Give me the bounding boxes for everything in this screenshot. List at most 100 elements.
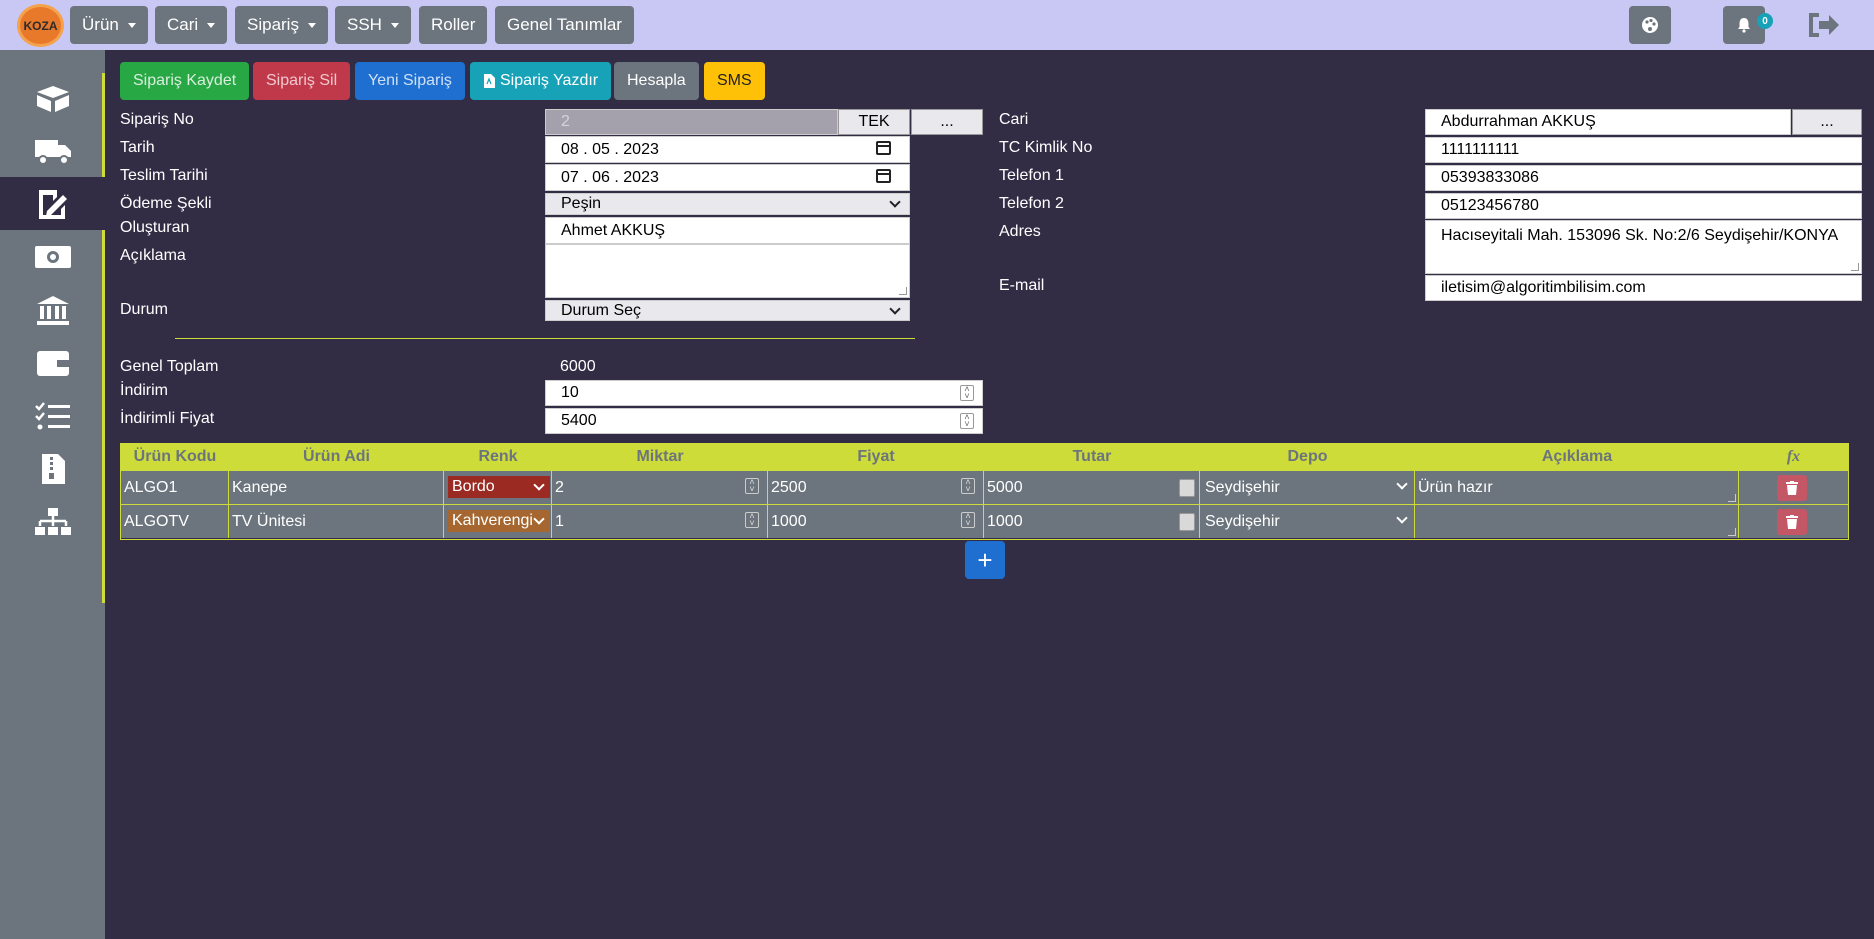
menu-genel-tanimlar[interactable]: Genel Tanımlar bbox=[495, 6, 634, 44]
cell-miktar[interactable]: 1 ˄ ˅ bbox=[552, 505, 768, 538]
indirim-input[interactable]: 10 ˄ ˅ bbox=[545, 380, 983, 406]
olusturan-input[interactable]: Ahmet AKKUŞ bbox=[545, 217, 910, 244]
cell-renk: Bordo bbox=[444, 471, 552, 504]
sitemap-icon bbox=[34, 507, 71, 535]
sidebar-item-siparis[interactable] bbox=[0, 177, 105, 230]
table-row: ALGO1 Kanepe Bordo 2 ˄ ˅ 2500 ˄ ˅ 5000 Sey… bbox=[121, 470, 1848, 504]
trash-icon bbox=[1786, 515, 1798, 529]
sidebar-item-organizasyon[interactable] bbox=[0, 495, 105, 548]
sidebar-item-gorevler[interactable] bbox=[0, 389, 105, 442]
tarih-input[interactable]: 08 . 05 . 2023 bbox=[545, 136, 910, 163]
renk-select[interactable]: Kahverengi bbox=[448, 510, 550, 532]
telefon2-input[interactable]: 05123456780 bbox=[1425, 193, 1862, 219]
notification-button[interactable]: 0 bbox=[1723, 6, 1773, 44]
calendar-icon[interactable] bbox=[876, 169, 891, 183]
cell-aciklama[interactable]: Ürün hazır bbox=[1415, 471, 1739, 504]
indirim-value: 10 bbox=[561, 384, 579, 401]
sidebar-item-urunler[interactable] bbox=[0, 71, 105, 124]
indirimli-fiyat-input[interactable]: 5400 ˄ ˅ bbox=[545, 408, 983, 434]
stepper-icon[interactable]: ˄ ˅ bbox=[960, 385, 974, 401]
col-urun-adi: Ürün Adi bbox=[303, 448, 370, 465]
delete-row-button[interactable] bbox=[1777, 475, 1807, 501]
sidebar-item-arsiv[interactable] bbox=[0, 442, 105, 495]
siparis-no-select-button[interactable]: ... bbox=[911, 109, 983, 135]
top-navbar: KOZA Ürün Cari Sipariş SSH Roller Genel … bbox=[0, 0, 1874, 50]
cell-aciklama[interactable] bbox=[1415, 505, 1739, 538]
renk-value: Kahverengi bbox=[452, 512, 533, 529]
sms-button[interactable]: SMS bbox=[704, 62, 765, 100]
stepper-icon[interactable]: ˄ ˅ bbox=[745, 478, 759, 494]
cell-miktar[interactable]: 2 ˄ ˅ bbox=[552, 471, 768, 504]
adres-label: Adres bbox=[999, 223, 1041, 240]
koza-logo[interactable]: KOZA bbox=[17, 4, 64, 47]
siparis-sil-button[interactable]: Sipariş Sil bbox=[253, 62, 351, 100]
resize-handle[interactable] bbox=[1728, 528, 1736, 536]
tc-kimlik-input[interactable]: 1111111111 bbox=[1425, 137, 1862, 163]
fiyat-value: 1000 bbox=[771, 512, 807, 530]
cell-fiyat[interactable]: 2500 ˄ ˅ bbox=[768, 471, 984, 504]
caret-down-icon bbox=[307, 22, 316, 28]
siparis-kaydet-button[interactable]: Sipariş Kaydet bbox=[120, 62, 250, 100]
stepper-icon[interactable]: ˄ ˅ bbox=[745, 512, 759, 528]
menu-siparis[interactable]: Sipariş bbox=[235, 6, 328, 44]
stepper-icon[interactable]: ˄ ˅ bbox=[961, 478, 975, 494]
tutar-value: 5000 bbox=[987, 478, 1023, 496]
telefon1-label: Telefon 1 bbox=[999, 167, 1064, 184]
menu-cari[interactable]: Cari bbox=[155, 6, 228, 44]
cell-urun-kodu: ALGOTV bbox=[121, 505, 229, 538]
resize-handle[interactable] bbox=[899, 287, 907, 295]
aciklama-textarea[interactable] bbox=[545, 244, 910, 298]
resize-handle[interactable] bbox=[1728, 494, 1736, 502]
calendar-icon[interactable] bbox=[876, 141, 891, 155]
sidebar-item-sevkiyat[interactable] bbox=[0, 124, 105, 177]
col-fiyat: Fiyat bbox=[857, 448, 895, 465]
stepper-icon[interactable]: ˄ ˅ bbox=[961, 512, 975, 528]
bank-icon bbox=[36, 295, 69, 325]
genel-toplam-label: Genel Toplam bbox=[120, 358, 219, 375]
caret-down-icon bbox=[207, 22, 216, 28]
caret-down-icon bbox=[127, 22, 136, 28]
renk-value: Bordo bbox=[452, 478, 495, 495]
table-row: ALGOTV TV Ünitesi Kahverengi 1 ˄ ˅ 1000 ˄… bbox=[121, 504, 1848, 538]
tek-button[interactable]: TEK bbox=[838, 109, 910, 135]
cell-actions bbox=[1739, 505, 1848, 538]
delete-row-button[interactable] bbox=[1777, 509, 1807, 535]
renk-select[interactable]: Bordo bbox=[448, 476, 550, 498]
chevron-down-icon bbox=[533, 479, 545, 491]
cell-urun-adi: TV Ünitesi bbox=[229, 505, 444, 538]
depo-value: Seydişehir bbox=[1205, 512, 1280, 530]
durum-select[interactable]: Durum Seç bbox=[545, 300, 910, 321]
sidebar-item-cuzdan[interactable] bbox=[0, 336, 105, 389]
adres-textarea[interactable]: Hacıseyitali Mah. 153096 Sk. No:2/6 Seyd… bbox=[1425, 220, 1862, 274]
siparis-no-input[interactable]: 2 bbox=[545, 109, 838, 135]
menu-siparis-label: Sipariş bbox=[247, 15, 299, 34]
logout-icon[interactable] bbox=[1805, 9, 1845, 41]
menu-urun[interactable]: Ürün bbox=[70, 6, 148, 44]
cell-fiyat[interactable]: 1000 ˄ ˅ bbox=[768, 505, 984, 538]
resize-handle[interactable] bbox=[1851, 263, 1859, 271]
cari-input[interactable]: Abdurrahman AKKUŞ bbox=[1425, 109, 1791, 135]
cell-depo[interactable]: Seydişehir bbox=[1200, 505, 1415, 538]
menu-roller[interactable]: Roller bbox=[419, 6, 488, 44]
stepper-icon[interactable]: ˄ ˅ bbox=[960, 413, 974, 429]
sidebar-item-banka[interactable] bbox=[0, 283, 105, 336]
durum-label: Durum bbox=[120, 301, 169, 318]
sidebar-item-kasa[interactable] bbox=[0, 230, 105, 283]
odeme-sekli-select[interactable]: Peşin bbox=[545, 193, 910, 215]
cell-depo[interactable]: Seydişehir bbox=[1200, 471, 1415, 504]
menu-ssh-label: SSH bbox=[347, 15, 382, 34]
yeni-siparis-button[interactable]: Yeni Sipariş bbox=[355, 62, 465, 100]
cari-select-button[interactable]: ... bbox=[1792, 109, 1862, 135]
odeme-sekli-label: Ödeme Şekli bbox=[120, 195, 212, 212]
aciklama-label: Açıklama bbox=[120, 247, 186, 264]
email-input[interactable]: iletisim@algoritimbilisim.com bbox=[1425, 275, 1862, 301]
telefon1-input[interactable]: 05393833086 bbox=[1425, 165, 1862, 191]
teslim-tarihi-input[interactable]: 07 . 06 . 2023 bbox=[545, 164, 910, 191]
add-row-button[interactable]: + bbox=[965, 541, 1005, 579]
cell-tutar: 5000 bbox=[984, 471, 1200, 504]
hesapla-button[interactable]: Hesapla bbox=[614, 62, 699, 100]
cell-tutar: 1000 bbox=[984, 505, 1200, 538]
siparis-yazdir-button[interactable]: Sipariş Yazdır bbox=[470, 62, 612, 100]
theme-button[interactable] bbox=[1629, 6, 1671, 44]
menu-ssh[interactable]: SSH bbox=[335, 6, 411, 44]
